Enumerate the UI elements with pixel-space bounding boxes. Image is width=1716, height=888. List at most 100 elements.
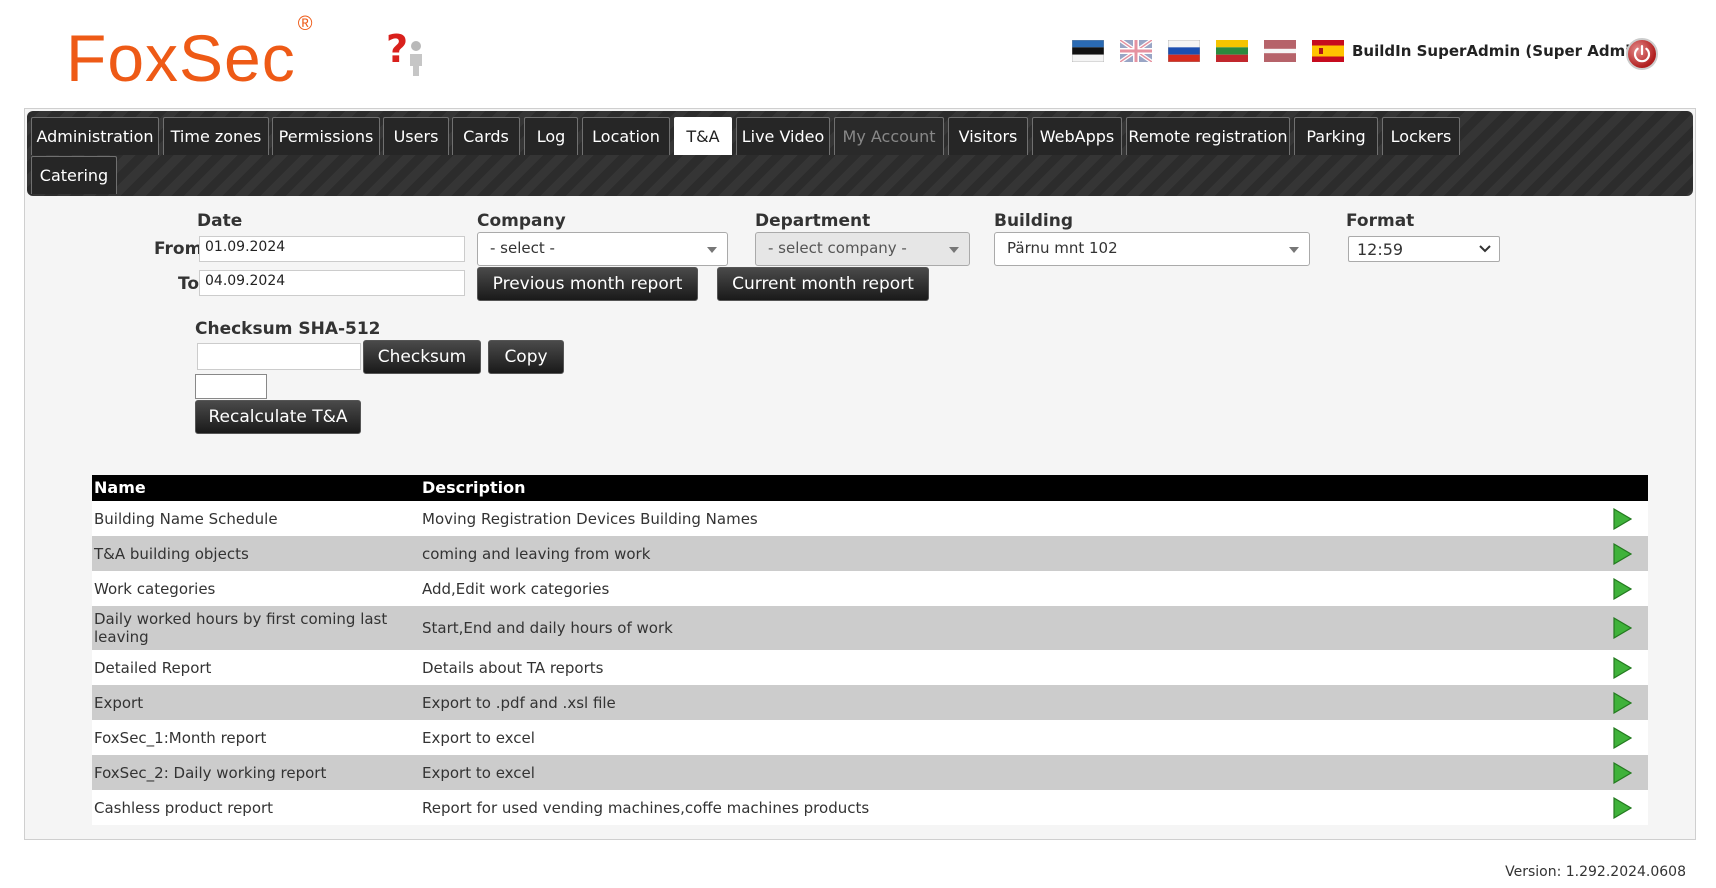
department-select-value: - select company - [768, 239, 907, 257]
tab-lockers[interactable]: Lockers [1382, 117, 1460, 155]
play-icon[interactable] [1612, 542, 1632, 565]
play-icon[interactable] [1612, 617, 1632, 639]
latvian-flag-icon[interactable] [1264, 40, 1296, 62]
tab-permissions[interactable]: Permissions [272, 117, 380, 155]
building-select[interactable]: Pärnu mnt 102 [994, 232, 1310, 266]
column-header-description: Description [422, 478, 526, 497]
reports-table: Name Description Building Name Schedule … [92, 475, 1648, 825]
current-user-label[interactable]: BuildIn SuperAdmin (Super Admin) [1352, 42, 1648, 60]
chevron-down-icon [707, 247, 717, 253]
tab-catering[interactable]: Catering [31, 156, 117, 194]
to-label: To [178, 274, 200, 294]
play-icon[interactable] [1612, 656, 1632, 679]
chevron-down-icon [1289, 247, 1299, 253]
tab-time-zones[interactable]: Time zones [163, 117, 269, 155]
tab-my-account: My Account [834, 117, 944, 155]
tab-remote-registration[interactable]: Remote registration [1126, 117, 1290, 155]
from-date-input[interactable]: 01.09.2024 [199, 236, 465, 262]
small-input[interactable] [195, 374, 267, 399]
tab-users[interactable]: Users [383, 117, 449, 155]
tab-parking[interactable]: Parking [1294, 117, 1378, 155]
play-icon[interactable] [1612, 796, 1632, 819]
row-name: Export [94, 693, 144, 712]
row-name: Detailed Report [94, 658, 212, 677]
row-description: Details about TA reports [422, 658, 604, 677]
tab-location[interactable]: Location [582, 117, 670, 155]
row-name: FoxSec_1:Month report [94, 728, 267, 747]
tab-ta[interactable]: T&A [674, 117, 732, 155]
table-row[interactable]: Export Export to .pdf and .xsl file [92, 685, 1648, 720]
tab-cards[interactable]: Cards [452, 117, 520, 155]
row-description: Start,End and daily hours of work [422, 619, 673, 637]
table-row[interactable]: FoxSec_2: Daily working report Export to… [92, 755, 1648, 790]
row-name: Building Name Schedule [94, 509, 278, 528]
from-label: From [154, 239, 203, 259]
registered-mark: ® [297, 13, 314, 35]
chevron-down-icon [949, 247, 959, 253]
row-description: Report for used vending machines,coffe m… [422, 798, 870, 817]
table-row[interactable]: FoxSec_1:Month report Export to excel [92, 720, 1648, 755]
play-icon[interactable] [1612, 691, 1632, 714]
version-label: Version: 1.292.2024.0608 [1505, 864, 1686, 880]
tab-administration[interactable]: Administration [31, 117, 159, 155]
date-label: Date [197, 211, 243, 231]
checksum-label: Checksum SHA-512 [195, 319, 381, 339]
tab-live-video[interactable]: Live Video [736, 117, 830, 155]
table-row[interactable]: Daily worked hours by first coming last … [92, 606, 1648, 650]
language-flags [1072, 40, 1344, 62]
department-label: Department [755, 211, 871, 231]
svg-text:?: ? [386, 28, 408, 71]
row-description: Export to excel [422, 763, 535, 782]
row-name: FoxSec_2: Daily working report [94, 763, 327, 782]
tab-webapps[interactable]: WebApps [1032, 117, 1122, 155]
play-icon[interactable] [1612, 726, 1632, 749]
to-date-input[interactable]: 04.09.2024 [199, 270, 465, 296]
table-row[interactable]: T&A building objects coming and leaving … [92, 536, 1648, 571]
building-select-value: Pärnu mnt 102 [1007, 239, 1118, 257]
play-icon[interactable] [1612, 507, 1632, 530]
copy-button[interactable]: Copy [488, 340, 564, 374]
tab-visitors[interactable]: Visitors [948, 117, 1028, 155]
russian-flag-icon[interactable] [1168, 40, 1200, 62]
row-description: Add,Edit work categories [422, 579, 610, 598]
checksum-input[interactable] [197, 343, 361, 370]
format-select-value: 12:59 [1357, 240, 1404, 259]
row-description: coming and leaving from work [422, 544, 651, 563]
format-select[interactable]: 12:59 [1348, 236, 1500, 262]
row-name: T&A building objects [94, 544, 249, 563]
company-label: Company [477, 211, 566, 231]
building-label: Building [994, 211, 1073, 231]
current-month-report-button[interactable]: Current month report [717, 267, 929, 301]
row-name: Work categories [94, 579, 216, 598]
help-icon[interactable]: ? [386, 28, 426, 76]
table-row[interactable]: Detailed Report Details about TA reports [92, 650, 1648, 685]
row-description: Moving Registration Devices Building Nam… [422, 509, 758, 528]
table-row[interactable]: Work categories Add,Edit work categories [92, 571, 1648, 606]
row-description: Export to .pdf and .xsl file [422, 693, 616, 712]
english-flag-icon[interactable] [1120, 40, 1152, 62]
department-select[interactable]: - select company - [755, 232, 970, 266]
format-label: Format [1346, 211, 1415, 231]
row-name: Cashless product report [94, 798, 274, 817]
table-row[interactable]: Cashless product report Report for used … [92, 790, 1648, 825]
company-select-value: - select - [490, 239, 555, 257]
estonian-flag-icon[interactable] [1072, 40, 1104, 62]
lithuanian-flag-icon[interactable] [1216, 40, 1248, 62]
checksum-button[interactable]: Checksum [363, 340, 481, 374]
recalculate-ta-button[interactable]: Recalculate T&A [195, 400, 361, 434]
logout-icon[interactable] [1626, 38, 1658, 70]
row-name: Daily worked hours by first coming last … [94, 610, 388, 646]
chevron-down-icon [1479, 245, 1491, 253]
tab-log[interactable]: Log [524, 117, 578, 155]
logo-text: FoxSec [66, 21, 296, 95]
table-row[interactable]: Building Name Schedule Moving Registrati… [92, 501, 1648, 536]
spanish-flag-icon[interactable] [1312, 40, 1344, 62]
play-icon[interactable] [1612, 577, 1632, 600]
play-icon[interactable] [1612, 761, 1632, 784]
previous-month-report-button[interactable]: Previous month report [477, 267, 698, 301]
table-header: Name Description [92, 475, 1648, 501]
column-header-name: Name [94, 478, 146, 497]
company-select[interactable]: - select - [477, 232, 728, 266]
row-description: Export to excel [422, 728, 535, 747]
main-navigation: Administration Time zones Permissions Us… [27, 111, 1693, 196]
